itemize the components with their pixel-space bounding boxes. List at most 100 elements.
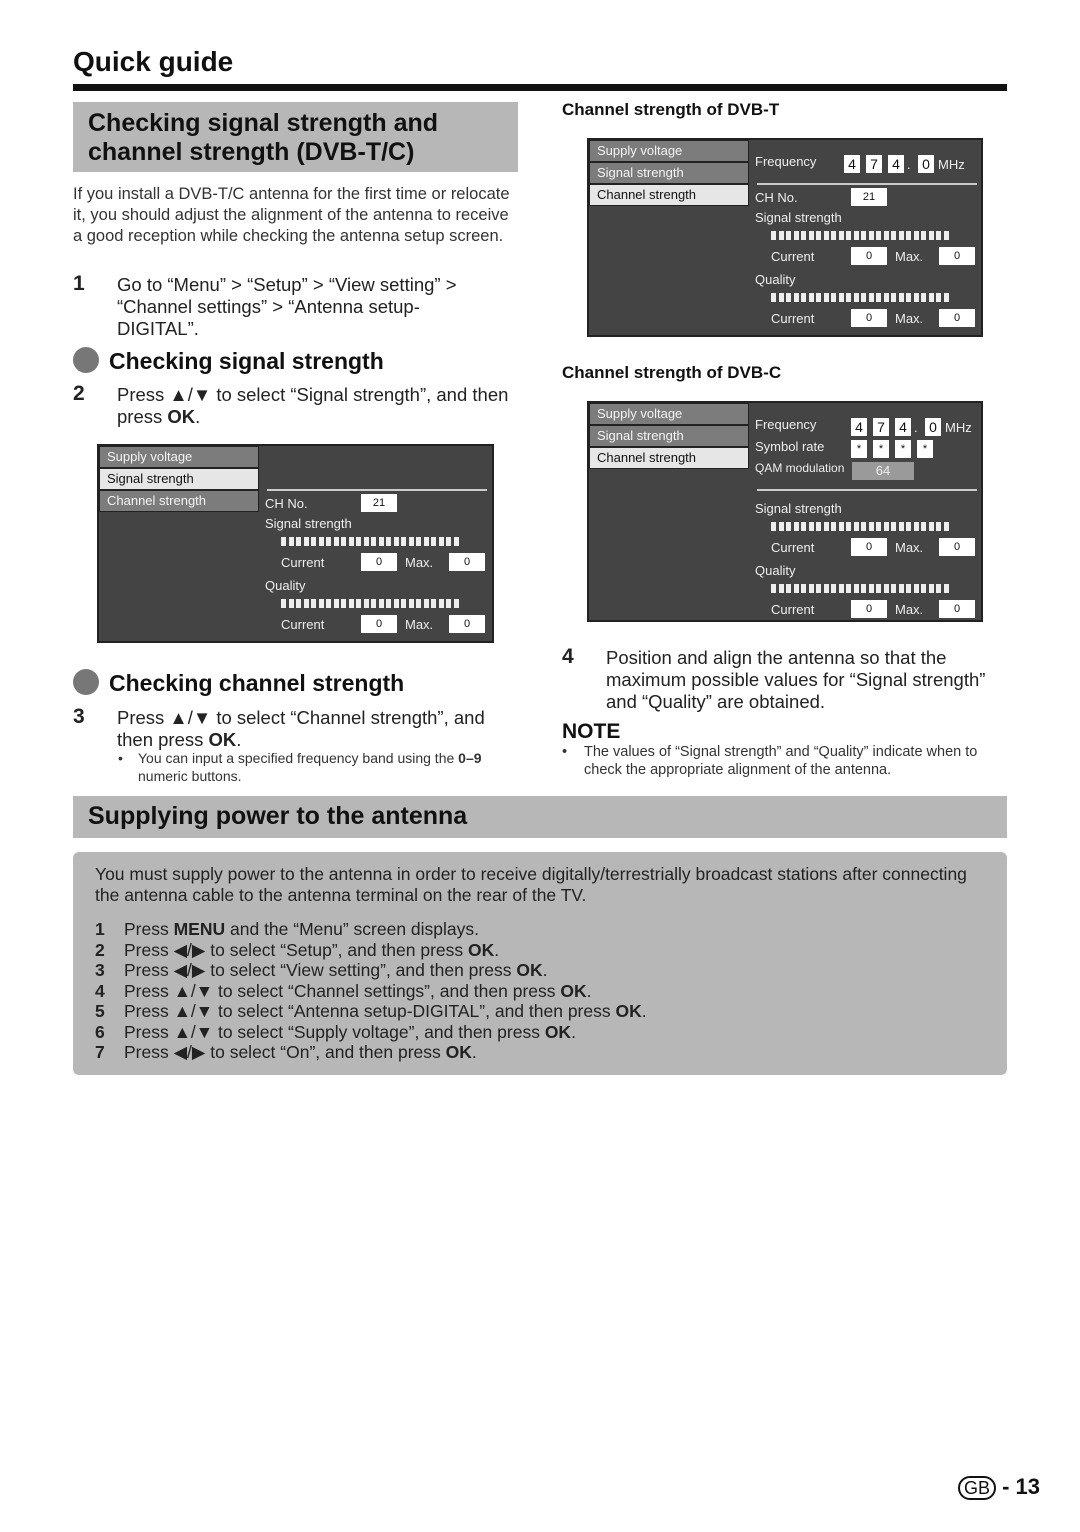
page-title: Quick guide bbox=[73, 46, 234, 77]
power-intro: You must supply power to the antenna in … bbox=[95, 864, 967, 905]
osd-divider bbox=[757, 489, 977, 491]
step-number: 1 bbox=[73, 272, 85, 295]
bar-segment bbox=[446, 599, 451, 608]
bar-segment bbox=[928, 522, 934, 531]
bar-segment bbox=[943, 231, 949, 240]
key-label: OK bbox=[615, 1001, 642, 1021]
qam-label: QAM modulation bbox=[755, 461, 845, 475]
text: . bbox=[236, 729, 242, 750]
bar-segment bbox=[861, 584, 866, 593]
intro-text: If you install a DVB-T/C antenna for the… bbox=[73, 185, 510, 245]
bar-segment bbox=[423, 537, 429, 546]
bar-segment bbox=[876, 293, 881, 302]
step-text: . bbox=[586, 980, 592, 1001]
max-label: Max. bbox=[895, 602, 924, 617]
bar-segment bbox=[281, 537, 286, 546]
bar-segment bbox=[823, 293, 829, 302]
key-label: OK bbox=[560, 980, 587, 1001]
step-text: Press ◀/▶ to select “On”, and then press bbox=[124, 1042, 446, 1062]
power-step: 2 Press ◀/▶ to select “Setup”, and then p… bbox=[95, 940, 985, 961]
bar-segment bbox=[793, 293, 799, 302]
bar-segment bbox=[816, 231, 821, 240]
key-label: OK bbox=[468, 939, 495, 960]
step-3-bullet: • You can input a specified frequency ban… bbox=[118, 750, 482, 784]
bar-segment bbox=[311, 537, 316, 546]
max-label: Max. bbox=[895, 311, 924, 326]
osd-menu-item[interactable]: Signal strength bbox=[589, 162, 749, 184]
osd-menu-item[interactable]: Supply voltage bbox=[99, 446, 259, 468]
signal-bar-meter bbox=[281, 537, 459, 546]
osd-menu-item[interactable]: Supply voltage bbox=[589, 403, 749, 425]
osd-menu-item[interactable]: Supply voltage bbox=[589, 140, 749, 162]
bar-segment bbox=[838, 522, 844, 531]
power-step: 4 Press ▲/▼ to select “Channel settings”,… bbox=[95, 981, 985, 1002]
step-text: Press ◀/▶ to select “View setting”, and … bbox=[124, 960, 517, 980]
bar-segment bbox=[296, 599, 301, 608]
osd-signal-strength-panel: Supply voltage Signal strength Channel str… bbox=[97, 444, 494, 643]
ch-no-value: 21 bbox=[361, 494, 397, 512]
bar-segment bbox=[296, 537, 301, 546]
bar-segment bbox=[891, 293, 896, 302]
key-label: OK bbox=[544, 1021, 572, 1042]
bar-segment bbox=[913, 293, 919, 302]
bar-segment bbox=[921, 231, 926, 240]
subheading-text: Checking channel strength bbox=[109, 670, 405, 696]
bar-segment bbox=[771, 584, 776, 593]
key-label: OK bbox=[445, 1042, 472, 1062]
bar-segment bbox=[898, 522, 904, 531]
step-number: 3 bbox=[73, 705, 85, 728]
max-label: Max. bbox=[405, 617, 434, 632]
bar-segment bbox=[801, 231, 806, 240]
step-text: . bbox=[571, 1021, 576, 1042]
bar-segment bbox=[846, 231, 851, 240]
key-label: MENU bbox=[173, 919, 226, 939]
osd-menu-item[interactable]: Channel strength bbox=[589, 184, 749, 206]
bar-segment bbox=[846, 522, 851, 531]
quality-bar-meter bbox=[281, 599, 459, 608]
bar-segment bbox=[868, 231, 874, 240]
step-text: Press bbox=[124, 919, 174, 939]
bar-segment bbox=[936, 584, 941, 593]
osd-menu-item[interactable]: Channel strength bbox=[589, 447, 749, 469]
bar-segment bbox=[318, 537, 324, 546]
bar-segment bbox=[401, 599, 406, 608]
section-heading-power: Supplying power to the antenna bbox=[73, 796, 1007, 838]
power-step: 3 Press ◀/▶ to select “View setting”, and… bbox=[95, 960, 985, 981]
bar-segment bbox=[831, 293, 836, 302]
bar-segment bbox=[906, 584, 911, 593]
bar-segment bbox=[431, 599, 436, 608]
separator: - bbox=[1002, 1474, 1010, 1499]
bar-segment bbox=[906, 293, 911, 302]
osd-menu-item[interactable]: Signal strength bbox=[99, 468, 259, 490]
osd-menu-item[interactable]: Signal strength bbox=[589, 425, 749, 447]
bar-segment bbox=[371, 599, 376, 608]
bar-segment bbox=[861, 522, 866, 531]
ok-key: OK bbox=[167, 406, 196, 427]
bar-segment bbox=[883, 522, 889, 531]
subheading-signal: Checking signal strength bbox=[73, 347, 384, 375]
bar-segment bbox=[831, 584, 836, 593]
bar-segment bbox=[401, 537, 406, 546]
step-text: Press ▲/▼ to select “Antenna setup-DIGIT… bbox=[124, 1001, 616, 1021]
bar-segment bbox=[771, 293, 776, 302]
signal-current-value: 0 bbox=[851, 538, 887, 556]
bar-segment bbox=[891, 584, 896, 593]
step-text: Press ▲/▼ to select “Supply voltage”, an… bbox=[124, 1021, 545, 1042]
step-4-text: Position and align the antenna so that t… bbox=[606, 647, 986, 712]
bar-segment bbox=[928, 293, 934, 302]
subheading-channel: Checking channel strength bbox=[73, 669, 404, 697]
frequency-dot: . bbox=[914, 420, 918, 435]
bar-segment bbox=[816, 584, 821, 593]
signal-current-value: 0 bbox=[851, 247, 887, 265]
bar-segment bbox=[846, 584, 851, 593]
ch-no-label: CH No. bbox=[265, 496, 308, 511]
symbol-rate-digit: * bbox=[895, 440, 911, 458]
signal-bar-meter bbox=[771, 231, 949, 240]
osd-menu-item[interactable]: Channel strength bbox=[99, 490, 259, 512]
step-text: Press ◀/▶ to select “Setup”, and then pr… bbox=[124, 939, 469, 960]
bar-segment bbox=[378, 599, 384, 608]
bar-segment bbox=[876, 584, 881, 593]
quality-bar-meter bbox=[771, 584, 949, 593]
bar-segment bbox=[341, 599, 346, 608]
bar-segment bbox=[823, 231, 829, 240]
